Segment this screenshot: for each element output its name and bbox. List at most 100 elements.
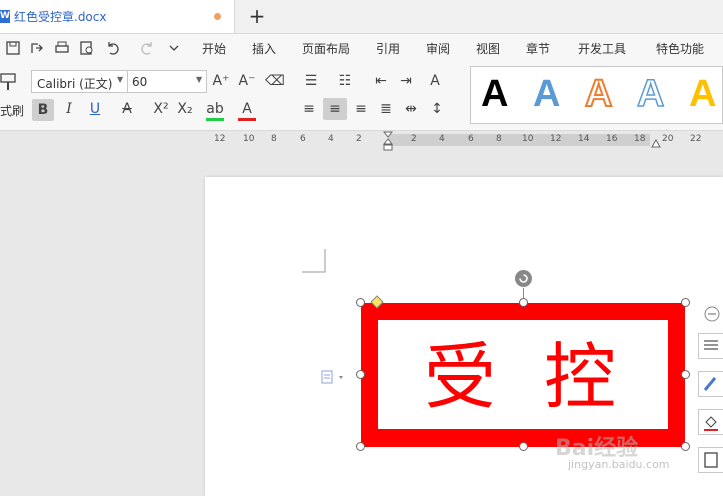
clear-format-icon[interactable]: ⌫: [265, 72, 285, 90]
underline-button[interactable]: U: [86, 100, 104, 118]
distribute-icon[interactable]: ⇹: [402, 100, 420, 118]
ruler-label: 6: [468, 134, 474, 144]
paragraph-layout-icon[interactable]: [320, 369, 348, 385]
save-icon[interactable]: [5, 40, 21, 56]
layout-options-button[interactable]: [698, 333, 723, 359]
bullet-list-icon[interactable]: ☰: [302, 72, 320, 90]
line-spacing-icon[interactable]: ↕: [428, 100, 446, 118]
align-left-icon[interactable]: ≡: [300, 100, 318, 118]
subscript-button[interactable]: X₂: [176, 100, 194, 118]
style-preview-black[interactable]: A: [481, 73, 508, 116]
tab-special-features[interactable]: 特色功能: [656, 40, 704, 57]
justify-icon[interactable]: ≣: [377, 100, 395, 118]
ruler-label: 4: [439, 134, 445, 144]
ruler-label: 8: [271, 134, 277, 144]
resize-handle-bottom[interactable]: [519, 442, 528, 451]
document-tab-title: 红色受控章.docx: [14, 10, 107, 24]
format-painter-label: 式刷: [0, 104, 25, 118]
horizontal-ruler[interactable]: 12 10 8 6 4 2 2 4 6 8 10 12 14 16 18 20 …: [0, 131, 723, 151]
print-icon[interactable]: [54, 40, 70, 56]
tab-review[interactable]: 审阅: [426, 40, 450, 57]
font-family-select[interactable]: Calibri (正文) ▼: [31, 70, 128, 93]
fill-button[interactable]: [698, 409, 723, 435]
font-family-value: Calibri (正文): [37, 77, 113, 91]
adjust-handle-icon[interactable]: [370, 295, 384, 309]
document-tab[interactable]: W 红色受控章.docx: [0, 0, 235, 33]
tab-developer[interactable]: 开发工具: [578, 40, 626, 57]
stamp-char-1: 受: [424, 335, 497, 419]
resize-handle-top-left[interactable]: [356, 298, 365, 307]
grow-font-icon[interactable]: A⁺: [212, 72, 230, 90]
margin-corner-mark: [302, 249, 326, 273]
shrink-font-icon[interactable]: A⁻: [238, 72, 256, 90]
resize-handle-bottom-right[interactable]: [681, 442, 690, 451]
outline-button[interactable]: [698, 447, 723, 473]
chevron-down-icon: ▼: [117, 75, 124, 84]
tab-section[interactable]: 章节: [526, 40, 550, 57]
resize-handle-bottom-left[interactable]: [356, 442, 365, 451]
resize-handle-left[interactable]: [356, 370, 365, 379]
undo-icon[interactable]: [105, 40, 121, 56]
bold-button[interactable]: B: [32, 99, 54, 121]
highlight-button[interactable]: ab: [206, 100, 224, 121]
resize-handle-right[interactable]: [681, 370, 690, 379]
style-preview-blue[interactable]: A: [533, 73, 560, 116]
new-tab-button[interactable]: +: [246, 3, 268, 29]
watermark-url: jingyan.baidu.com: [568, 458, 670, 471]
rotate-handle-icon[interactable]: [514, 269, 533, 288]
export-icon[interactable]: [29, 40, 45, 56]
print-preview-icon[interactable]: [79, 40, 95, 56]
text-wrap-icon: [704, 340, 718, 350]
redo-icon[interactable]: [139, 40, 155, 56]
style-preview-gold[interactable]: A: [689, 73, 716, 116]
increase-indent-icon[interactable]: ⇥: [397, 72, 415, 90]
decrease-indent-icon[interactable]: ⇤: [372, 72, 390, 90]
ruler-label: 10: [522, 134, 534, 144]
ruler-label: 8: [496, 134, 502, 144]
ruler-label: 6: [300, 134, 306, 144]
align-center-icon[interactable]: ≡: [323, 98, 347, 120]
styles-gallery[interactable]: A A A A A: [470, 66, 723, 124]
chevron-down-icon: ▼: [196, 75, 203, 84]
superscript-button[interactable]: X²: [152, 100, 170, 118]
tab-view[interactable]: 视图: [476, 40, 500, 57]
unsaved-indicator: [214, 13, 221, 20]
ruler-label: 2: [411, 134, 417, 144]
right-indent-marker-icon[interactable]: [651, 139, 661, 149]
word-doc-icon: W: [0, 10, 10, 23]
style-preview-orange-outline[interactable]: A: [584, 72, 613, 116]
numbered-list-icon[interactable]: ☷: [336, 72, 354, 90]
format-painter-icon[interactable]: [0, 72, 18, 92]
font-size-select[interactable]: 60 ▼: [127, 70, 207, 93]
ruler-label: 16: [606, 134, 618, 144]
strikethrough-button[interactable]: A: [118, 100, 136, 118]
tab-references[interactable]: 引用: [376, 40, 400, 57]
shape-style-button[interactable]: [698, 371, 723, 397]
stamp-char-2: 控: [544, 335, 617, 419]
ruler-label: 4: [328, 134, 334, 144]
customize-dropdown-icon[interactable]: [166, 40, 182, 56]
ribbon: 式刷 Calibri (正文) ▼ 60 ▼ A⁺ A⁻ ⌫ B I U A X…: [0, 62, 723, 131]
text-direction-icon[interactable]: A: [426, 72, 444, 90]
rotate-connector: [523, 288, 524, 298]
italic-button[interactable]: I: [60, 100, 78, 118]
ruler-label: 18: [634, 134, 646, 144]
tab-insert[interactable]: 插入: [252, 40, 276, 57]
font-size-value: 60: [132, 75, 148, 89]
ruler-label: 22: [690, 134, 702, 144]
resize-handle-top-right[interactable]: [681, 298, 690, 307]
ruler-label: 10: [243, 134, 255, 144]
font-color-button[interactable]: A: [238, 100, 256, 121]
collapse-icon[interactable]: [704, 306, 720, 322]
brush-icon: [703, 377, 717, 391]
style-preview-blue-outline[interactable]: A: [636, 72, 665, 116]
ruler-label: 12: [214, 134, 226, 144]
align-right-icon[interactable]: ≡: [352, 100, 370, 118]
outline-icon: [704, 452, 718, 468]
tab-home[interactable]: 开始: [202, 40, 226, 57]
fill-bucket-icon: [704, 416, 718, 431]
indent-marker-icon[interactable]: [383, 131, 393, 151]
tab-page-layout[interactable]: 页面布局: [302, 40, 350, 57]
ruler-label: 2: [356, 134, 362, 144]
resize-handle-top[interactable]: [519, 298, 528, 307]
